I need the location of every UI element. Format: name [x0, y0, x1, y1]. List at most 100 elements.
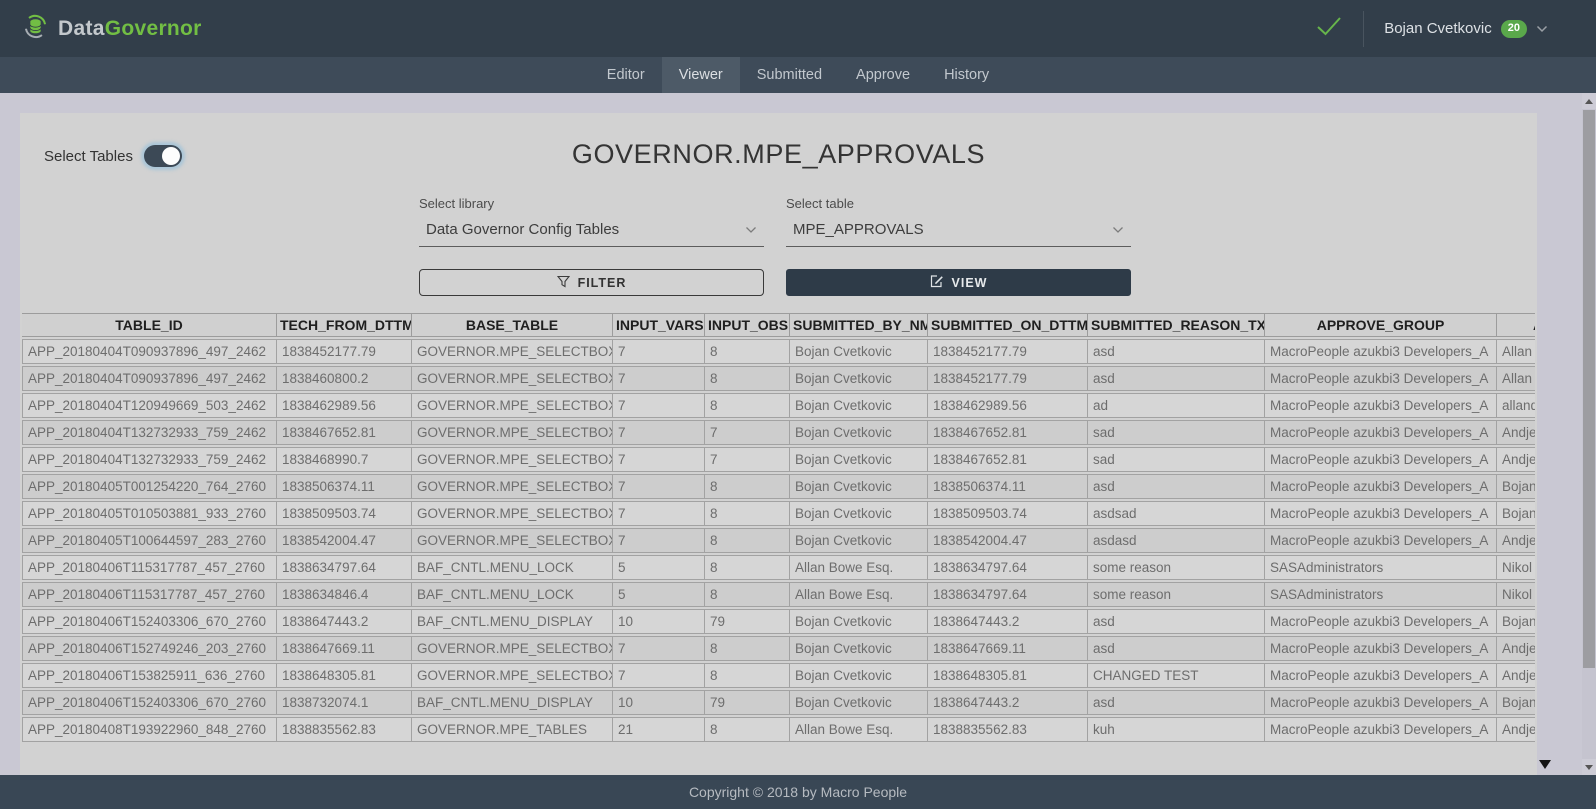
cell-approver: Allan	[1497, 366, 1535, 391]
cell-table-id: APP_20180406T152403306_670_2760	[22, 609, 277, 634]
column-header[interactable]: TABLE_ID	[22, 313, 277, 337]
view-button[interactable]: VIEW	[786, 269, 1131, 296]
results-table: TABLE_IDTECH_FROM_DTTMBASE_TABLEINPUT_VA…	[22, 311, 1535, 744]
column-header[interactable]: INPUT_OBS	[705, 313, 790, 337]
table-row: APP_20180406T152749246_203_2760 18386476…	[22, 636, 1535, 661]
cell-input-obs: 79	[705, 690, 790, 715]
cell-base-table: BAF_CNTL.MENU_LOCK	[412, 555, 613, 580]
cell-base-table: GOVERNOR.MPE_SELECTBOX	[412, 474, 613, 499]
cell-submitted-by-nm: Allan Bowe Esq.	[790, 555, 928, 580]
cell-tech-from-dttm: 1838634846.4	[277, 582, 412, 607]
cell-approver: Andje	[1497, 663, 1535, 688]
scrollbar-down-button[interactable]	[1582, 759, 1596, 775]
column-header[interactable]: TECH_FROM_DTTM	[277, 313, 412, 337]
cell-input-vars: 7	[613, 339, 705, 364]
cell-tech-from-dttm: 1838462989.56	[277, 393, 412, 418]
cell-input-vars: 7	[613, 528, 705, 553]
database-sync-icon	[22, 13, 49, 45]
cell-input-obs: 8	[705, 663, 790, 688]
cell-submitted-by-nm: Allan Bowe Esq.	[790, 717, 928, 742]
cell-input-obs: 7	[705, 420, 790, 445]
tab-submitted[interactable]: Submitted	[740, 57, 839, 93]
cell-approve-group: MacroPeople azukbi3 Developers_A	[1265, 717, 1497, 742]
cell-tech-from-dttm: 1838506374.11	[277, 474, 412, 499]
scrollbar-up-button[interactable]	[1582, 93, 1596, 109]
user-menu[interactable]: Bojan Cvetkovic 20	[1384, 20, 1548, 38]
cell-submitted-reason-txt: sad	[1088, 420, 1265, 445]
cell-approve-group: MacroPeople azukbi3 Developers_A	[1265, 663, 1497, 688]
cell-tech-from-dttm: 1838647669.11	[277, 636, 412, 661]
cell-submitted-on-dttm: 1838506374.11	[928, 474, 1088, 499]
table-scroll-down-icon[interactable]	[1539, 760, 1551, 769]
cell-base-table: GOVERNOR.MPE_SELECTBOX	[412, 528, 613, 553]
edit-square-icon	[930, 274, 944, 291]
cell-submitted-on-dttm: 1838647669.11	[928, 636, 1088, 661]
cell-approve-group: MacroPeople azukbi3 Developers_A	[1265, 366, 1497, 391]
table-row: APP_20180404T090937896_497_2462 18384521…	[22, 339, 1535, 364]
table-select[interactable]: MPE_APPROVALS	[786, 221, 1131, 247]
column-header[interactable]: SUBMITTED_ON_DTTM	[928, 313, 1088, 337]
cell-approve-group: MacroPeople azukbi3 Developers_A	[1265, 636, 1497, 661]
app-title: DataGovernor	[58, 17, 202, 41]
cell-input-vars: 7	[613, 447, 705, 472]
page-scrollbar[interactable]	[1582, 93, 1596, 775]
cell-submitted-reason-txt: sad	[1088, 447, 1265, 472]
cell-approver: Andje	[1497, 528, 1535, 553]
cell-submitted-reason-txt: ad	[1088, 393, 1265, 418]
cell-submitted-reason-txt: asd	[1088, 690, 1265, 715]
tab-viewer[interactable]: Viewer	[662, 57, 740, 93]
column-header[interactable]: SUBMITTED_REASON_TXT	[1088, 313, 1265, 337]
cell-tech-from-dttm: 1838648305.81	[277, 663, 412, 688]
cell-tech-from-dttm: 1838467652.81	[277, 420, 412, 445]
cell-submitted-on-dttm: 1838647443.2	[928, 690, 1088, 715]
cell-table-id: APP_20180406T152403306_670_2760	[22, 690, 277, 715]
cell-tech-from-dttm: 1838634797.64	[277, 555, 412, 580]
cell-submitted-on-dttm: 1838467652.81	[928, 420, 1088, 445]
app-logo[interactable]: DataGovernor	[22, 13, 202, 45]
cell-input-vars: 7	[613, 636, 705, 661]
cell-submitted-reason-txt: CHANGED TEST	[1088, 663, 1265, 688]
cell-approve-group: MacroPeople azukbi3 Developers_A	[1265, 501, 1497, 526]
cell-approver: Andje	[1497, 420, 1535, 445]
cell-approve-group: MacroPeople azukbi3 Developers_A	[1265, 474, 1497, 499]
copyright-text: Copyright © 2018 by Macro People	[689, 784, 907, 800]
filter-button-label: FILTER	[578, 276, 627, 290]
cell-table-id: APP_20180405T010503881_933_2760	[22, 501, 277, 526]
cell-approve-group: MacroPeople azukbi3 Developers_A	[1265, 447, 1497, 472]
cell-table-id: APP_20180405T100644597_283_2760	[22, 528, 277, 553]
cell-approver: Bojan	[1497, 501, 1535, 526]
cell-input-obs: 8	[705, 366, 790, 391]
cell-approver: Andje	[1497, 636, 1535, 661]
cell-tech-from-dttm: 1838732074.1	[277, 690, 412, 715]
top-navbar: DataGovernor Bojan Cvetkovic 20	[0, 0, 1596, 57]
page-title: GOVERNOR.MPE_APPROVALS	[20, 139, 1537, 170]
chevron-down-icon	[745, 221, 757, 238]
tab-editor[interactable]: Editor	[590, 57, 662, 93]
cell-base-table: GOVERNOR.MPE_SELECTBOX	[412, 420, 613, 445]
scroll-down-icon	[1585, 765, 1593, 770]
cell-base-table: GOVERNOR.MPE_SELECTBOX	[412, 447, 613, 472]
funnel-icon	[557, 275, 570, 291]
library-select[interactable]: Data Governor Config Tables	[419, 221, 764, 247]
cell-tech-from-dttm: 1838452177.79	[277, 339, 412, 364]
chevron-down-icon	[1112, 221, 1124, 238]
tab-history[interactable]: History	[927, 57, 1006, 93]
cell-input-vars: 7	[613, 663, 705, 688]
tab-approve[interactable]: Approve	[839, 57, 927, 93]
column-header[interactable]: SUBMITTED_BY_NM	[790, 313, 928, 337]
filter-button[interactable]: FILTER	[419, 269, 764, 296]
cell-submitted-by-nm: Bojan Cvetkovic	[790, 663, 928, 688]
column-header[interactable]: APPROVE_GROUP	[1265, 313, 1497, 337]
scrollbar-thumb[interactable]	[1583, 110, 1595, 668]
cell-submitted-on-dttm: 1838835562.83	[928, 717, 1088, 742]
cell-table-id: APP_20180406T153825911_636_2760	[22, 663, 277, 688]
cell-input-obs: 7	[705, 447, 790, 472]
cell-submitted-reason-txt: asd	[1088, 339, 1265, 364]
cell-submitted-by-nm: Bojan Cvetkovic	[790, 528, 928, 553]
column-header[interactable]: BASE_TABLE	[412, 313, 613, 337]
main-nav: Editor Viewer Submitted Approve History	[0, 57, 1596, 93]
column-header[interactable]: A	[1497, 313, 1535, 337]
cell-submitted-reason-txt: asd	[1088, 366, 1265, 391]
cell-tech-from-dttm: 1838460800.2	[277, 366, 412, 391]
column-header[interactable]: INPUT_VARS	[613, 313, 705, 337]
